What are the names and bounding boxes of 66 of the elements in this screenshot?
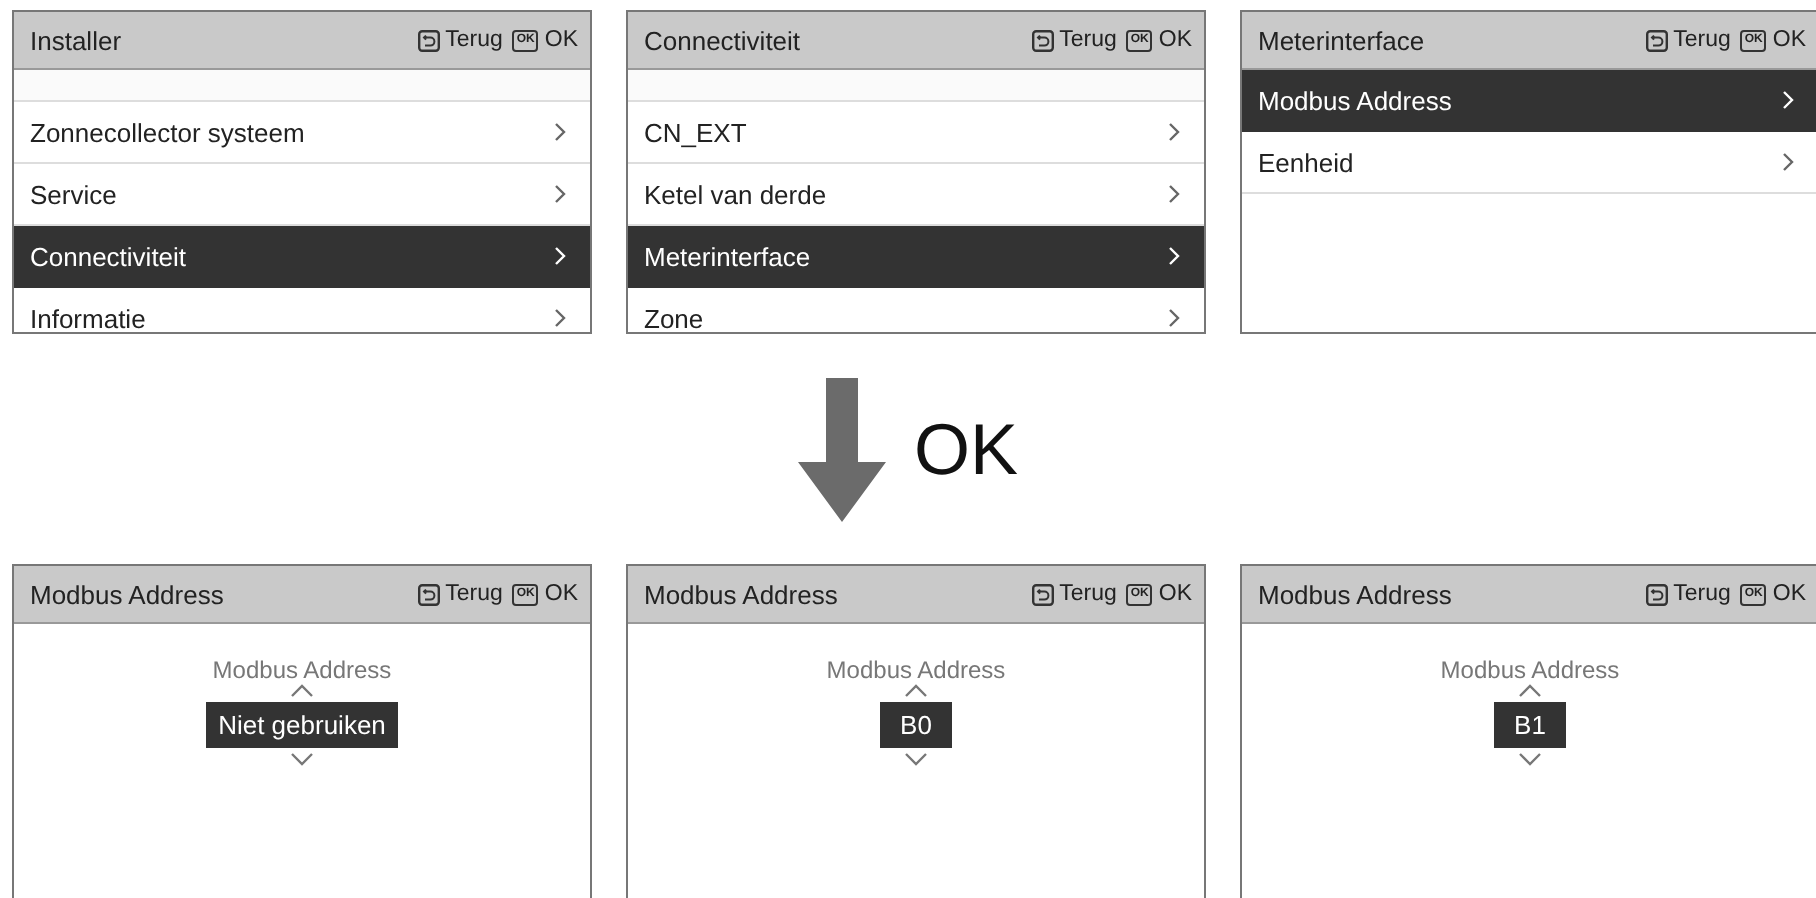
menu-item-label: Zone	[644, 303, 706, 332]
chevron-down-icon[interactable]	[1518, 752, 1542, 766]
back-icon	[1645, 29, 1668, 51]
back-label[interactable]: Terug	[445, 582, 503, 606]
chevron-down-icon[interactable]	[904, 752, 928, 766]
value-selector[interactable]: B0	[880, 702, 952, 748]
screen-title: Modbus Address	[30, 579, 226, 609]
menu-item-label: Informatie	[30, 303, 148, 332]
menu-item-label: CN_EXT	[644, 117, 749, 147]
menu-item-label: Meterinterface	[644, 241, 813, 271]
screen-title: Modbus Address	[1258, 579, 1454, 609]
menu-item[interactable]: Zonnecollector systeem	[14, 102, 590, 164]
screen-title: Modbus Address	[644, 579, 840, 609]
menu-item-label: Eenheid	[1258, 147, 1356, 177]
chevron-right-icon	[1168, 184, 1180, 204]
chevron-right-icon	[554, 184, 566, 204]
menu-item[interactable]: Eenheid	[1242, 132, 1816, 194]
back-label[interactable]: Terug	[445, 28, 503, 52]
chevron-right-icon	[1168, 308, 1180, 328]
menu-item-label: Service	[30, 179, 119, 209]
chevron-up-icon[interactable]	[290, 684, 314, 698]
back-label[interactable]: Terug	[1673, 582, 1731, 606]
ok-label[interactable]: OK	[1158, 28, 1192, 52]
back-icon	[1031, 583, 1054, 605]
menu-item-label: Zonnecollector systeem	[30, 117, 307, 147]
menu-item[interactable]: CN_EXT	[628, 102, 1204, 164]
chevron-right-icon	[1782, 90, 1794, 110]
chevron-right-icon	[1168, 122, 1180, 142]
menu-item-label: Ketel van derde	[644, 179, 829, 209]
chevron-right-icon	[554, 122, 566, 142]
chevron-right-icon	[1782, 152, 1794, 172]
back-label[interactable]: Terug	[1673, 28, 1731, 52]
back-icon	[417, 583, 440, 605]
value-selector[interactable]: Niet gebruiken	[206, 702, 398, 748]
ok-label[interactable]: OK	[544, 582, 578, 606]
back-label[interactable]: Terug	[1059, 582, 1117, 606]
value-selector[interactable]: B1	[1494, 702, 1566, 748]
menu-item-label: Modbus Address	[1258, 85, 1454, 115]
screen-title: Connectiviteit	[644, 25, 803, 55]
ok-label[interactable]: OK	[1772, 582, 1806, 606]
field-label: Modbus Address	[826, 656, 1006, 684]
menu-item[interactable]: Modbus Address	[1242, 70, 1816, 132]
menu-item[interactable]: Connectiviteit	[14, 226, 590, 288]
back-icon	[1645, 583, 1668, 605]
chevron-up-icon[interactable]	[1518, 684, 1542, 698]
menu-item[interactable]: Informatie	[14, 288, 590, 332]
chevron-right-icon	[554, 308, 566, 328]
ok-label[interactable]: OK	[1158, 582, 1192, 606]
chevron-up-icon[interactable]	[904, 684, 928, 698]
step-label: OK	[913, 407, 1018, 491]
chevron-down-icon[interactable]	[290, 752, 314, 766]
screen-title: Installer	[30, 25, 124, 55]
field-label: Modbus Address	[1440, 656, 1620, 684]
field-label: Modbus Address	[212, 656, 392, 684]
screen-title: Meterinterface	[1258, 25, 1427, 55]
back-label[interactable]: Terug	[1059, 28, 1117, 52]
back-icon	[1031, 29, 1054, 51]
chevron-right-icon	[554, 246, 566, 266]
menu-item[interactable]: Meterinterface	[628, 226, 1204, 288]
chevron-right-icon	[1168, 246, 1180, 266]
ok-label[interactable]: OK	[1772, 28, 1806, 52]
menu-item[interactable]: Zone	[628, 288, 1204, 332]
ok-label[interactable]: OK	[544, 28, 578, 52]
menu-item-label: Connectiviteit	[30, 241, 189, 271]
down-arrow-icon	[797, 377, 886, 521]
back-icon	[417, 29, 440, 51]
